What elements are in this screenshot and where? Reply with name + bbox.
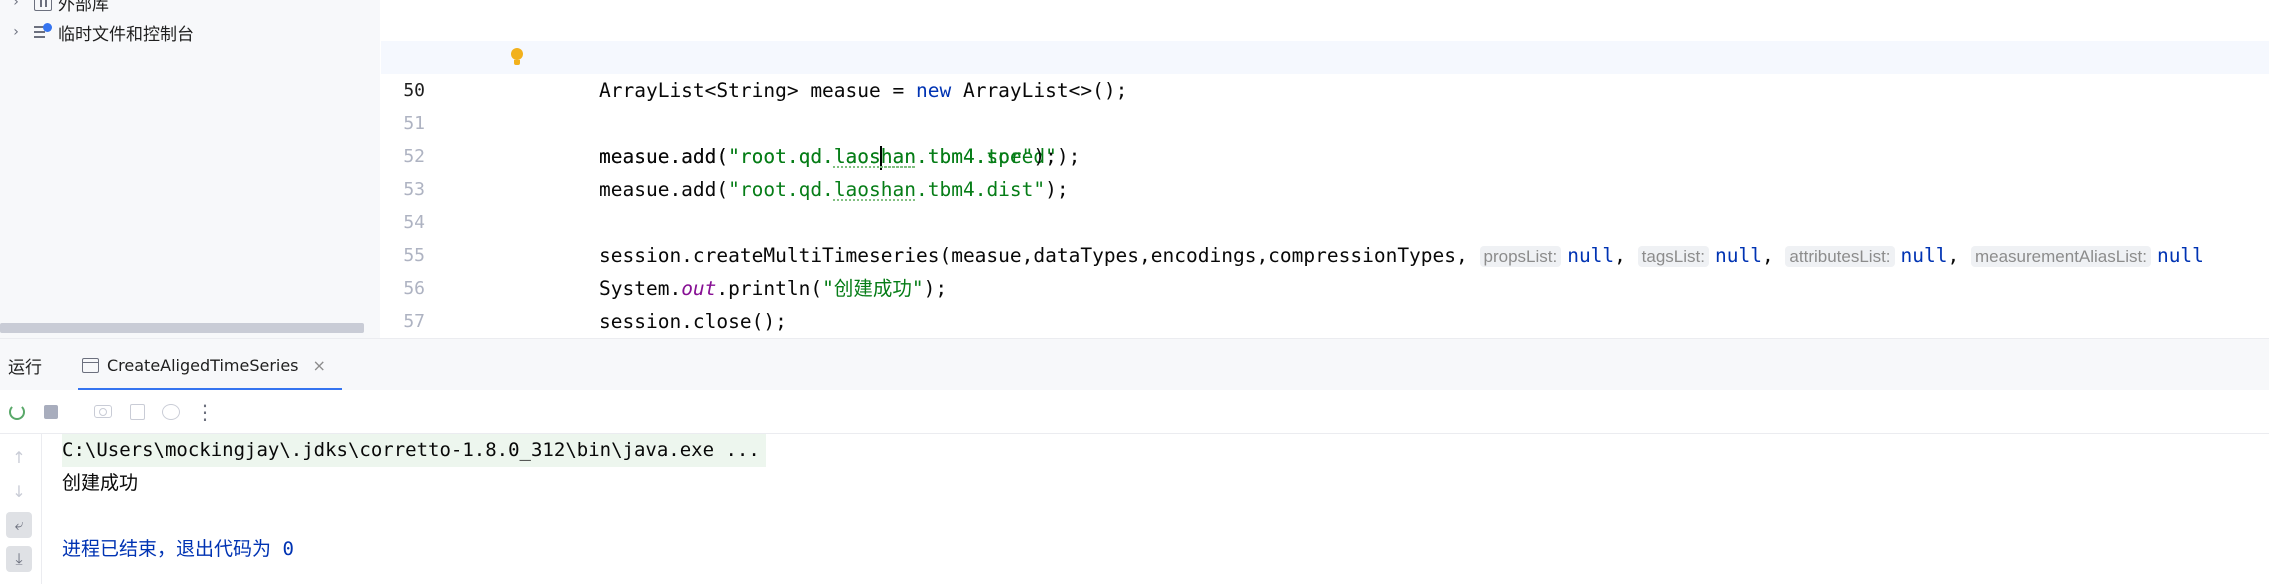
code-line[interactable]: 55 System.out.println("创建成功"); [381,206,2269,300]
console-side-toolbar: ↑ ↓ ⤶ ⤓ [0,434,42,584]
run-toolbar: ⋮ [0,390,2269,434]
code-line[interactable]: 56 session.close(); [381,239,2269,333]
more-vertical-icon: ⋮ [195,399,215,424]
tree-item-scratches[interactable]: › 临时文件和控制台 [0,16,194,48]
code-line-current[interactable]: 50 measue.add("root.qd.laoshan.tbm4.spee… [381,41,2269,170]
console-exit-line: 进程已结束，退出代码为 0 [62,538,294,560]
run-tab-create-aliged-time-series[interactable]: CreateAligedTimeSeries × [78,339,342,391]
chevron-right-icon[interactable]: › [8,0,24,10]
scroll-to-end-icon[interactable]: ⤓ [6,546,32,572]
soft-wrap-icon[interactable]: ⤶ [6,512,32,538]
code-line[interactable]: 54 session.createMultiTimeseries(measue,… [381,173,2269,267]
tree-item-label: 外部库 [58,0,109,15]
console-output[interactable]: C:\Users\mockingjay\.jdks\corretto-1.8.0… [42,434,2269,584]
camera-icon [94,405,112,418]
more-options-button[interactable]: ⋮ [188,395,222,429]
code-line[interactable]: 57 } [381,272,2269,332]
run-window-title: 运行 [8,358,42,378]
dump-threads-button[interactable] [86,395,120,429]
code-line[interactable]: 52 measue.add("root.qd.laoshan.tbm4.dist… [381,107,2269,201]
code-line[interactable]: 58 } [381,305,2269,338]
close-tab-icon[interactable]: × [313,356,326,375]
tree-item-label: 临时文件和控制台 [58,24,194,45]
run-config-icon [82,357,99,373]
horizontal-scrollbar[interactable] [0,323,364,333]
run-tool-window-header: 运行 CreateAligedTimeSeries × [0,338,2269,391]
code-line[interactable]: 51 measue.add("root.qd.laoshan.tbm4.tor"… [381,74,2269,168]
scratches-icon [34,23,52,41]
code-line[interactable]: 49 ArrayList<String> measue = new ArrayL… [381,8,2269,102]
rerun-button[interactable] [0,395,34,429]
project-tree-panel: › 外部库 › 临时文件和控制台 [0,0,380,338]
rerun-icon [9,403,25,420]
stop-icon [44,404,58,419]
exit-icon [129,403,145,420]
chevron-right-icon[interactable]: › [8,24,24,40]
up-arrow-icon[interactable]: ↑ [6,444,32,470]
run-tab-label: CreateAligedTimeSeries [107,355,299,375]
console-output-line: 创建成功 [62,472,139,494]
profiler-button[interactable] [154,395,188,429]
code-line[interactable]: 53 [381,140,2269,200]
code-editor[interactable]: 49 ArrayList<String> measue = new ArrayL… [381,0,2269,338]
stop-button[interactable] [34,395,68,429]
gauge-icon [162,403,180,420]
console-command-line[interactable]: C:\Users\mockingjay\.jdks\corretto-1.8.0… [62,434,766,467]
library-icon [34,0,52,11]
exit-button[interactable] [120,395,154,429]
down-arrow-icon[interactable]: ↓ [6,478,32,504]
intention-bulb-icon[interactable] [509,48,525,68]
